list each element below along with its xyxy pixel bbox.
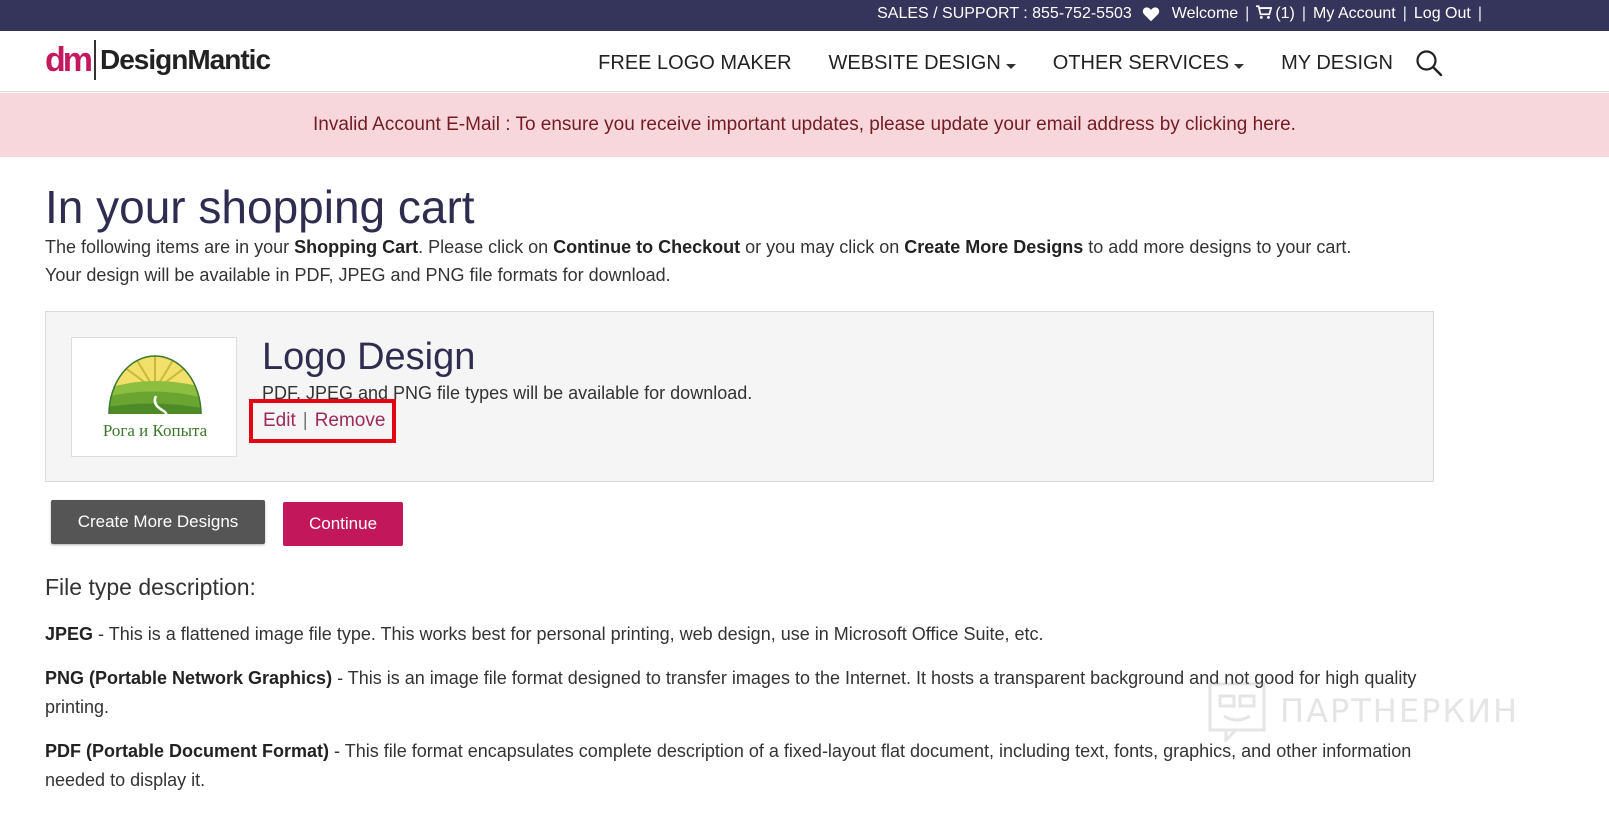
separator: |	[1301, 5, 1307, 22]
watermark-text: ПАРТНЕРКИН	[1280, 692, 1520, 730]
nav-website-design[interactable]: WEBSITE DESIGN	[829, 52, 1016, 75]
designmantic-logo[interactable]: dm DesignMantic	[45, 39, 271, 81]
cart-link[interactable]: (1)	[1256, 5, 1295, 23]
caret-down-icon	[1005, 63, 1016, 69]
actions-separator: |	[302, 410, 308, 431]
nav-my-design[interactable]: MY DESIGN	[1281, 52, 1393, 75]
continue-button[interactable]: Continue	[283, 502, 403, 546]
logo-thumbnail: Рога и Копыта	[71, 337, 237, 457]
logo-name: DesignMantic	[100, 44, 271, 75]
cart-icon	[1256, 5, 1273, 19]
nav-other-services[interactable]: OTHER SERVICES	[1052, 51, 1245, 75]
logo-divider	[94, 40, 96, 80]
caret-down-icon	[1234, 63, 1245, 69]
nav-label: OTHER SERVICES	[1052, 51, 1230, 74]
file-type-text: - This is a flattened image file type. T…	[93, 624, 1044, 644]
top-utility-bar: SALES / SUPPORT : 855-752-5503 Welcome |…	[0, 0, 1609, 31]
alert-text: Invalid Account E-Mail : To ensure you r…	[313, 114, 1296, 135]
watermark-logo-icon	[1208, 682, 1266, 742]
invalid-email-alert[interactable]: Invalid Account E-Mail : To ensure you r…	[0, 93, 1609, 157]
separator: |	[1402, 5, 1407, 22]
log-out-link[interactable]: Log Out	[1414, 5, 1471, 23]
nav-label: WEBSITE DESIGN	[828, 51, 1001, 74]
create-more-designs-button[interactable]: Create More Designs	[51, 500, 265, 544]
intro-line-2: Your design will be available in PDF, JP…	[45, 265, 671, 285]
separator: |	[1245, 5, 1250, 22]
welcome-link[interactable]: Welcome	[1172, 5, 1238, 23]
separator: |	[1477, 5, 1482, 22]
logo-thumbnail-caption: Рога и Копыта	[102, 421, 208, 440]
my-account-link[interactable]: My Account	[1313, 5, 1396, 23]
nav-label: FREE LOGO MAKER	[598, 51, 792, 74]
intro-bold-create-more: Create More Designs	[904, 237, 1084, 257]
intro-text: The following items are in your	[45, 237, 295, 257]
file-type-name: PDF (Portable Document Format)	[45, 741, 330, 761]
logo-mark: dm	[45, 40, 93, 79]
page-title: In your shopping cart	[45, 181, 475, 233]
file-type-jpeg: JPEG - This is a flattened image file ty…	[45, 620, 1435, 649]
watermark: ПАРТНЕРКИН	[1206, 676, 1526, 746]
main-header: dm DesignMantic FREE LOGO MAKER WEBSITE …	[0, 31, 1609, 92]
nav-free-logo-maker[interactable]: FREE LOGO MAKER	[598, 52, 791, 75]
remove-link[interactable]: Remove	[315, 410, 386, 432]
intro-bold-continue: Continue to Checkout	[553, 237, 741, 257]
intro-bold-shopping-cart: Shopping Cart	[294, 237, 419, 257]
file-type-heading: File type description:	[45, 574, 256, 600]
top-utility-items: SALES / SUPPORT : 855-752-5503 Welcome |…	[877, 5, 1489, 23]
cart-item-title: Logo Design	[262, 336, 476, 378]
intro-text: . Please click on	[418, 237, 554, 257]
edit-link[interactable]: Edit	[263, 410, 296, 432]
cart-item-actions-highlight: Edit | Remove	[249, 399, 396, 443]
sales-support-text: SALES / SUPPORT : 855-752-5503	[877, 5, 1132, 22]
cart-item-box: Рога и Копыта Logo Design PDF, JPEG and …	[45, 311, 1434, 482]
intro-text: or you may click on	[740, 237, 905, 257]
intro-text: to add more designs to your cart.	[1083, 237, 1352, 257]
nav-label: MY DESIGN	[1281, 51, 1393, 74]
heart-icon[interactable]	[1142, 6, 1160, 22]
main-nav: FREE LOGO MAKER WEBSITE DESIGN OTHER SER…	[561, 49, 1443, 77]
cart-intro-text: The following items are in your Shopping…	[45, 233, 1445, 289]
file-type-name: JPEG	[45, 624, 94, 644]
search-icon[interactable]	[1415, 49, 1443, 77]
file-type-name: PNG (Portable Network Graphics)	[45, 668, 333, 688]
cart-count: (1)	[1275, 5, 1295, 22]
